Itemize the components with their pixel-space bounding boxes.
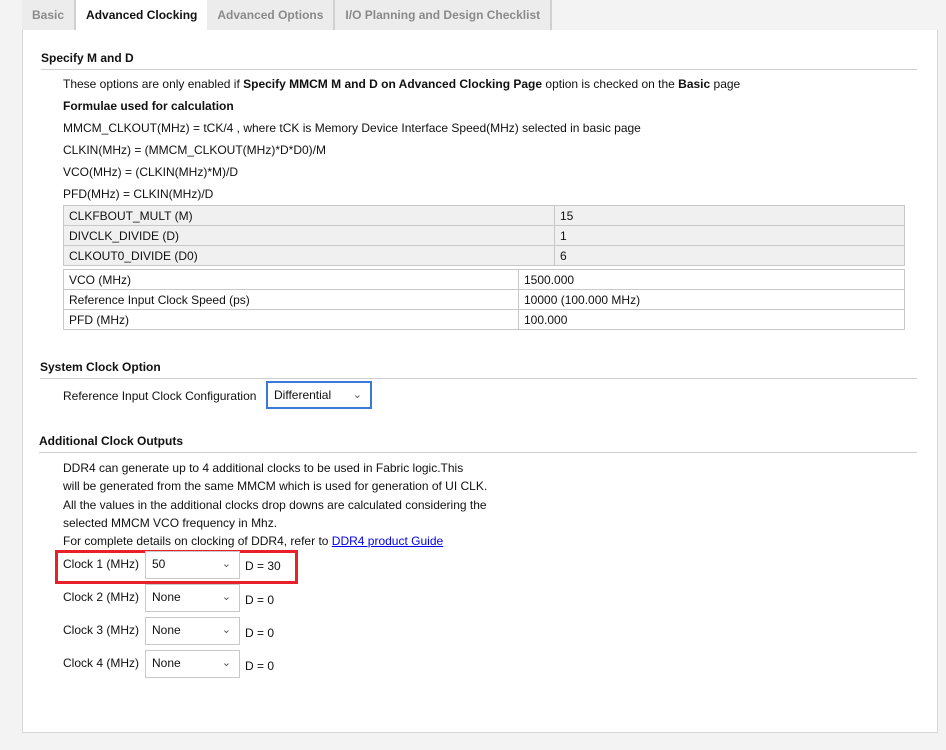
section-title-m-and-d: Specify M and D xyxy=(41,51,917,70)
table-row: CLKFBOUT_MULT (M) 15 xyxy=(63,205,905,226)
ref-clock-config-select[interactable]: Differential ⌄ xyxy=(266,381,372,409)
clock3-label: Clock 3 (MHz) xyxy=(63,623,140,637)
tab-io-planning[interactable]: I/O Planning and Design Checklist xyxy=(335,0,553,30)
table-row: VCO (MHz) 1500.000 xyxy=(63,269,905,290)
table-row: CLKOUT0_DIVIDE (D0) 6 xyxy=(63,245,905,266)
formula: PFD(MHz) = CLKIN(MHz)/D xyxy=(63,187,214,201)
additional-description: DDR4 can generate up to 4 additional clo… xyxy=(63,461,488,549)
chevron-down-icon: ⌄ xyxy=(352,389,362,401)
section-title-system-clock: System Clock Option xyxy=(40,360,917,379)
table-row: PFD (MHz) 100.000 xyxy=(63,309,905,330)
clock4-label: Clock 4 (MHz) xyxy=(63,656,140,670)
clock1-select[interactable]: 50 ⌄ xyxy=(145,551,240,579)
clock2-select[interactable]: None ⌄ xyxy=(145,584,240,612)
tab-bar: Basic Advanced Clocking Advanced Options… xyxy=(22,0,553,30)
clock2-label: Clock 2 (MHz) xyxy=(63,590,140,604)
m-and-d-note: These options are only enabled if Specif… xyxy=(63,77,741,91)
param-value: 6 xyxy=(554,245,905,266)
chevron-down-icon: ⌄ xyxy=(221,624,231,636)
ref-clock-config-label: Reference Input Clock Configuration xyxy=(63,389,257,403)
param-value: 15 xyxy=(554,205,905,226)
param-value: 1 xyxy=(554,225,905,246)
clock2-divider: D = 0 xyxy=(245,593,275,607)
tab-advanced-clocking[interactable]: Advanced Clocking xyxy=(76,0,208,30)
mmcm-params-table: CLKFBOUT_MULT (M) 15 DIVCLK_DIVIDE (D) 1 C… xyxy=(63,205,905,266)
formula: VCO(MHz) = (CLKIN(MHz)*M)/D xyxy=(63,165,238,179)
advanced-clocking-panel: Specify M and D These options are only e… xyxy=(22,30,938,733)
chevron-down-icon: ⌄ xyxy=(221,657,231,669)
formula: CLKIN(MHz) = (MMCM_CLKOUT(MHz)*D*D0)/M xyxy=(63,143,326,157)
clock1-label: Clock 1 (MHz) xyxy=(63,557,140,571)
clock1-divider: D = 30 xyxy=(245,559,281,573)
clock4-divider: D = 0 xyxy=(245,659,275,673)
formula: MMCM_CLKOUT(MHz) = tCK/4 , where tCK is … xyxy=(63,121,641,135)
clock4-select[interactable]: None ⌄ xyxy=(145,650,240,678)
formula-title: Formulae used for calculation xyxy=(63,99,234,113)
table-row: Reference Input Clock Speed (ps) 10000 (1… xyxy=(63,289,905,310)
chevron-down-icon: ⌄ xyxy=(221,558,231,570)
tab-basic[interactable]: Basic xyxy=(22,0,77,30)
ddr4-product-guide-link[interactable]: DDR4 product Guide xyxy=(332,534,443,548)
table-row: DIVCLK_DIVIDE (D) 1 xyxy=(63,225,905,246)
mmcm-results-table: VCO (MHz) 1500.000 Reference Input Clock … xyxy=(63,269,905,330)
section-title-additional-clocks: Additional Clock Outputs xyxy=(39,434,917,453)
tab-advanced-options[interactable]: Advanced Options xyxy=(207,0,336,30)
clock3-select[interactable]: None ⌄ xyxy=(145,617,240,645)
clock3-divider: D = 0 xyxy=(245,626,275,640)
chevron-down-icon: ⌄ xyxy=(221,591,231,603)
selected-value: Differential xyxy=(274,388,332,402)
